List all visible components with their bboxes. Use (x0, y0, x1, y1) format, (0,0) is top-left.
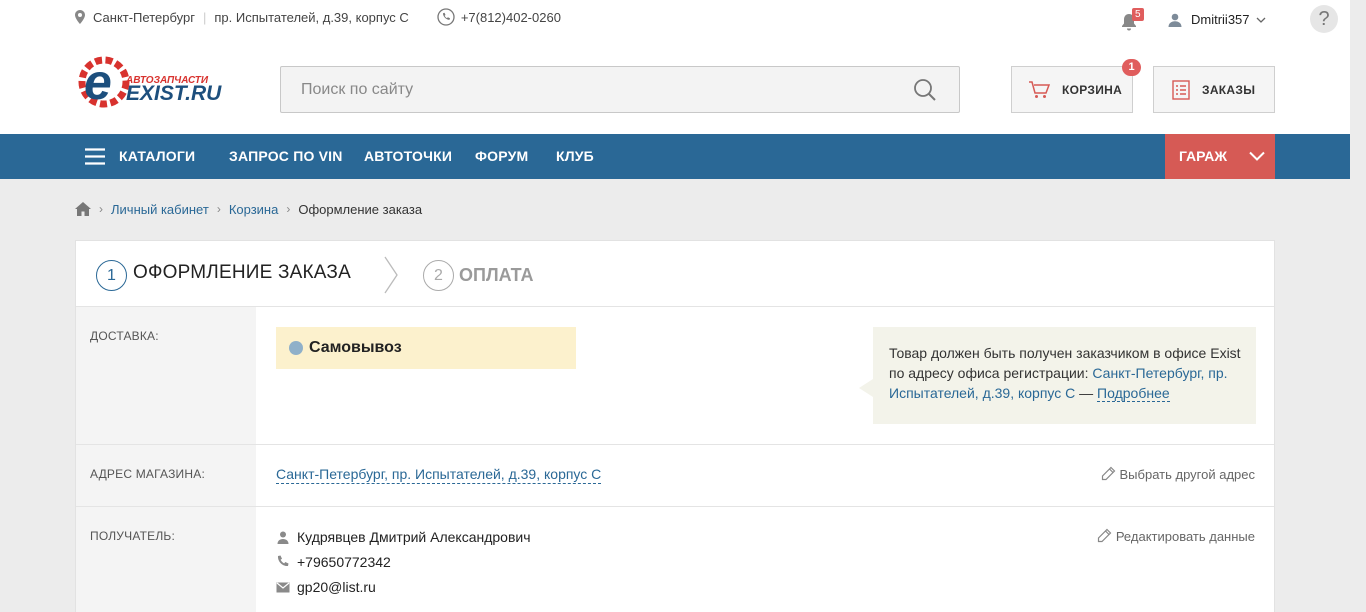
orders-button[interactable]: ЗАКАЗЫ (1153, 66, 1275, 113)
more-info-link[interactable]: Подробнее (1097, 385, 1170, 402)
phone-number[interactable]: +7(812)402-0260 (461, 10, 561, 25)
notification-count-badge: 5 (1132, 8, 1144, 21)
nav-item-autopoints[interactable]: АВТОТОЧКИ (364, 134, 452, 179)
location-pin-icon (75, 10, 85, 24)
recipient-row: ПОЛУЧАТЕЛЬ: Кудрявцев Дмитрий Александро… (76, 507, 1274, 612)
nav-item-forum[interactable]: ФОРУМ (475, 134, 528, 179)
chevron-down-icon (1256, 17, 1265, 23)
user-menu[interactable]: Dmitrii357 (1168, 12, 1266, 27)
pickup-info-box: Товар должен быть получен заказчиком в о… (859, 327, 1256, 424)
cart-label: КОРЗИНА (1062, 82, 1123, 97)
nav-item-catalogs[interactable]: КАТАЛОГИ (119, 134, 195, 179)
delivery-row: ДОСТАВКА: Самовывоз Товар должен быть по… (76, 307, 1274, 445)
store-address-label: АДРЕС МАГАЗИНА: (76, 445, 256, 506)
phone-icon (437, 8, 455, 26)
recipient-phone: +79650772342 (297, 554, 391, 570)
pickup-info-address-line1[interactable]: Санкт-Петербург, пр. (1092, 365, 1227, 381)
recipient-name-line: Кудрявцев Дмитрий Александрович (276, 529, 531, 545)
choose-other-address-button[interactable]: Выбрать другой адрес (1100, 466, 1255, 482)
cart-button[interactable]: КОРЗИНА (1011, 66, 1133, 113)
search-input[interactable] (281, 67, 901, 112)
user-icon (277, 531, 289, 544)
breadcrumb-separator: › (286, 202, 291, 216)
store-address-row: АДРЕС МАГАЗИНА: Санкт-Петербург, пр. Исп… (76, 445, 1274, 507)
breadcrumb-separator: › (216, 202, 221, 216)
edit-recipient-button[interactable]: Редактировать данные (1096, 528, 1255, 544)
logo-name: EXIST.RU (126, 82, 222, 105)
home-icon[interactable] (75, 202, 91, 216)
nav-item-vin-request[interactable]: ЗАПРОС ПО VIN (229, 134, 343, 179)
username: Dmitrii357 (1191, 12, 1250, 27)
breadcrumb-account[interactable]: Личный кабинет (111, 202, 209, 217)
step-chevron-icon (384, 256, 398, 294)
cart-count-badge: 1 (1122, 59, 1141, 76)
contact-line: Санкт-Петербург | пр. Испытателей, д.39,… (75, 7, 561, 27)
step-1-label: ОФОРМЛЕНИЕ ЗАКАЗА (133, 262, 351, 283)
recipient-name: Кудрявцев Дмитрий Александрович (297, 529, 531, 545)
divider: | (202, 9, 207, 25)
chevron-down-icon (1249, 151, 1265, 161)
pickup-option-label: Самовывоз (309, 339, 402, 356)
search-box (280, 66, 960, 113)
exist-logo[interactable]: e АВТОЗАПЧАСТИ EXIST.RU (74, 52, 224, 112)
recipient-phone-line: +79650772342 (276, 554, 391, 570)
pickup-option[interactable]: Самовывоз (276, 327, 576, 369)
recipient-email-line: gp20@list.ru (276, 579, 376, 595)
pickup-info-dash: — (1079, 385, 1094, 401)
orders-label: ЗАКАЗЫ (1202, 82, 1256, 97)
recipient-label: ПОЛУЧАТЕЛЬ: (76, 507, 256, 612)
store-address-link[interactable]: Санкт-Петербург, пр. Испытателей, д.39, … (276, 466, 602, 484)
pencil-icon (1097, 528, 1112, 543)
step-2-number: 2 (423, 260, 454, 291)
checkout-steps: 1 ОФОРМЛЕНИЕ ЗАКАЗА 2 ОПЛАТА (76, 241, 1274, 307)
envelope-icon (276, 582, 290, 592)
phone-icon (277, 555, 289, 567)
top-header: Санкт-Петербург | пр. Испытателей, д.39,… (0, 0, 1350, 134)
city-label[interactable]: Санкт-Петербург (93, 10, 195, 25)
breadcrumb-separator: › (99, 202, 103, 216)
garage-button[interactable]: ГАРАЖ (1165, 134, 1275, 179)
breadcrumb-cart[interactable]: Корзина (229, 202, 279, 217)
breadcrumb-current: Оформление заказа (298, 201, 423, 217)
radio-dot-icon (289, 341, 303, 355)
user-icon (1168, 13, 1182, 27)
delivery-label: ДОСТАВКА: (76, 307, 256, 444)
cart-icon (1029, 80, 1050, 98)
pencil-icon (1101, 466, 1115, 481)
exist-logo-graphic: e АВТОЗАПЧАСТИ EXIST.RU (78, 54, 222, 110)
nav-item-club[interactable]: КЛУБ (556, 134, 594, 179)
checkout-card: 1 ОФОРМЛЕНИЕ ЗАКАЗА 2 ОПЛАТА ДОСТАВКА: С… (75, 240, 1275, 612)
choose-other-address-label: Выбрать другой адрес (1119, 466, 1255, 482)
menu-burger-icon[interactable] (85, 148, 105, 165)
pickup-info-address-line2[interactable]: Испытателей, д.39, корпус С (889, 385, 1075, 401)
step-1-number: 1 (96, 260, 127, 291)
main-nav: КАТАЛОГИ ЗАПРОС ПО VIN АВТОТОЧКИ ФОРУМ К… (0, 134, 1350, 179)
step-2-label: ОПЛАТА (459, 265, 534, 285)
orders-list-icon (1172, 79, 1190, 100)
edit-recipient-label: Редактировать данные (1115, 528, 1255, 544)
office-address: пр. Испытателей, д.39, корпус С (214, 9, 409, 25)
help-button[interactable]: ? (1310, 5, 1338, 33)
breadcrumb: › Личный кабинет › Корзина › Оформление … (75, 200, 422, 218)
search-icon[interactable] (913, 78, 937, 102)
recipient-email: gp20@list.ru (297, 579, 376, 595)
garage-label: ГАРАЖ (1179, 148, 1228, 164)
svg-text:e: e (84, 54, 112, 110)
